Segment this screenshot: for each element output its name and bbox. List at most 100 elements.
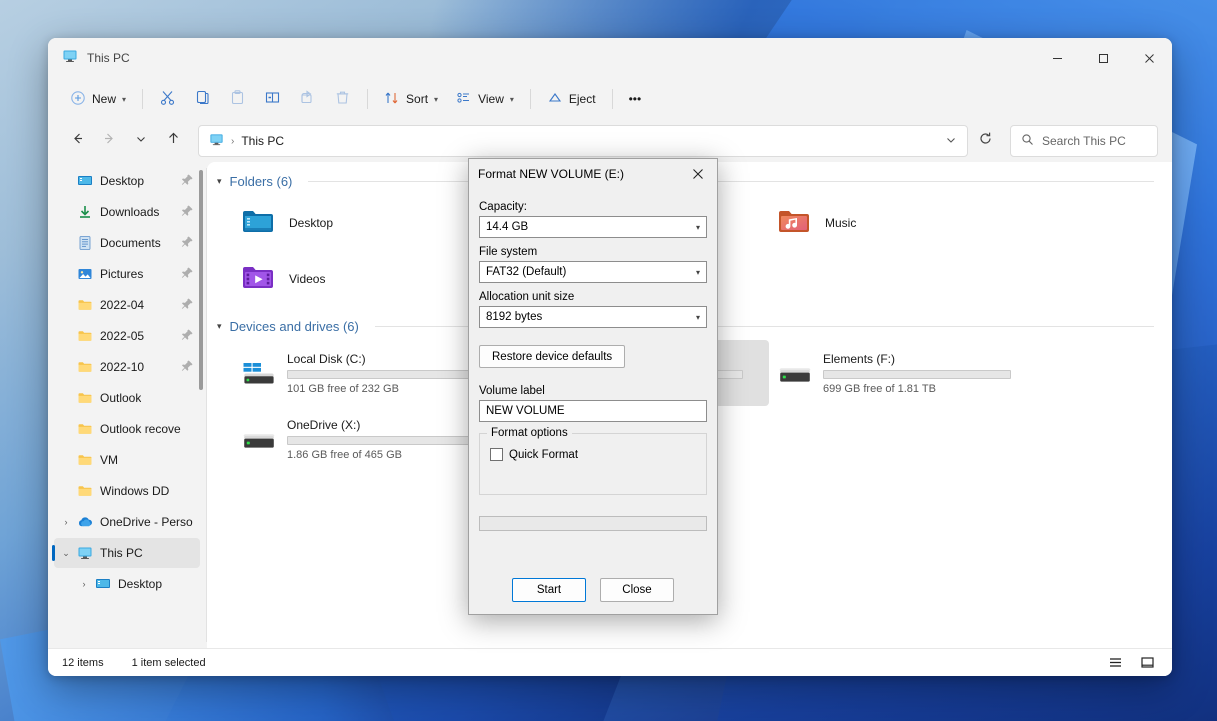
drive-usage-bar: [287, 436, 475, 445]
sidebar-item-downloads[interactable]: Downloads: [54, 197, 200, 227]
sort-button-label: Sort: [406, 92, 428, 106]
drive-info: Elements (F:)699 GB free of 1.81 TB: [823, 352, 1029, 395]
drive-item[interactable]: OneDrive (X:)1.86 GB free of 465 GB: [233, 406, 501, 472]
folder-item[interactable]: Music: [769, 195, 1037, 251]
drive-item[interactable]: Local Disk (C:)101 GB free of 232 GB: [233, 340, 501, 406]
sidebar-item-onedrive-perso[interactable]: ›OneDrive - Perso: [54, 507, 200, 537]
pin-icon[interactable]: [181, 235, 194, 251]
breadcrumb-separator: ›: [231, 136, 234, 147]
eject-button-label: Eject: [569, 92, 596, 106]
view-button[interactable]: View ▾: [448, 83, 522, 115]
recent-locations-button[interactable]: [126, 126, 156, 156]
pin-icon[interactable]: [181, 359, 194, 375]
drive-name: Elements (F:): [823, 352, 1029, 366]
folder-icon: [74, 390, 96, 406]
pin-icon[interactable]: [181, 328, 194, 344]
view-toggle-group: [1104, 653, 1158, 673]
drive-usage-text: 101 GB free of 232 GB: [287, 383, 493, 395]
start-button[interactable]: Start: [512, 578, 586, 602]
chevron-down-icon[interactable]: ▾: [217, 321, 222, 332]
sidebar-item-outlook[interactable]: Outlook: [54, 383, 200, 413]
forward-button[interactable]: [94, 126, 124, 156]
quick-format-checkbox[interactable]: [490, 448, 503, 461]
documents-icon: [74, 235, 96, 251]
format-progress-bar: [479, 516, 707, 531]
sidebar-item-list: DesktopDownloads Documents Pictures 2022-04…: [48, 166, 206, 599]
breadcrumb[interactable]: › This PC: [198, 125, 968, 157]
toolbar-divider: [612, 89, 613, 109]
sidebar-item-documents[interactable]: Documents: [54, 228, 200, 258]
new-button[interactable]: New ▾: [62, 83, 134, 115]
restore-device-defaults-button[interactable]: Restore device defaults: [479, 345, 625, 368]
folder-item[interactable]: Videos: [233, 251, 501, 307]
delete-button[interactable]: [326, 83, 359, 115]
pictures-icon: [74, 266, 96, 282]
eject-button[interactable]: Eject: [539, 83, 604, 115]
sidebar-item-label: Windows DD: [100, 484, 169, 498]
search-input[interactable]: Search This PC: [1010, 125, 1158, 157]
share-button[interactable]: [291, 83, 324, 115]
chevron-down-icon[interactable]: ▾: [217, 176, 222, 187]
restore-defaults-row: Restore device defaults: [479, 345, 707, 368]
sidebar-item-outlook-recove[interactable]: Outlook recove: [54, 414, 200, 444]
expand-chevron-icon[interactable]: ›: [76, 579, 92, 589]
details-view-icon[interactable]: [1104, 653, 1126, 673]
downloads-icon: [74, 204, 96, 220]
expand-chevron-icon[interactable]: ›: [58, 517, 74, 527]
cut-scissors-icon: [159, 89, 176, 109]
close-button[interactable]: [1126, 38, 1172, 78]
sidebar-scrollbar[interactable]: [199, 170, 203, 390]
volume-label-input[interactable]: NEW VOLUME: [479, 400, 707, 422]
pin-icon[interactable]: [181, 297, 194, 313]
sidebar-item-label: Outlook: [100, 391, 141, 405]
sidebar-item-windows-dd[interactable]: Windows DD: [54, 476, 200, 506]
sidebar-item-desktop[interactable]: Desktop: [54, 166, 200, 196]
expand-chevron-icon[interactable]: ⌄: [58, 548, 74, 559]
sidebar-item-label: Outlook recove: [100, 422, 181, 436]
sidebar-item-label: Documents: [100, 236, 161, 250]
sidebar-item-desktop[interactable]: ›Desktop: [54, 569, 200, 599]
desktop-icon: [74, 173, 96, 189]
share-icon: [299, 89, 316, 109]
pin-icon[interactable]: [181, 204, 194, 220]
pin-icon[interactable]: [181, 173, 194, 189]
refresh-button[interactable]: [970, 126, 1000, 156]
sidebar-item-2022-04[interactable]: 2022-04: [54, 290, 200, 320]
quick-format-row[interactable]: Quick Format: [490, 448, 696, 461]
title-bar: This PC: [48, 38, 1172, 78]
capacity-select[interactable]: 14.4 GB ▾: [479, 216, 707, 238]
sidebar-item-2022-10[interactable]: 2022-10: [54, 352, 200, 382]
back-button[interactable]: [62, 126, 92, 156]
sidebar-item-vm[interactable]: VM: [54, 445, 200, 475]
breadcrumb-dropdown-icon[interactable]: [945, 134, 957, 149]
breadcrumb-current[interactable]: This PC: [241, 134, 284, 148]
allocation-select[interactable]: 8192 bytes ▾: [479, 306, 707, 328]
up-button[interactable]: [158, 126, 188, 156]
pin-icon[interactable]: [181, 266, 194, 282]
rename-button[interactable]: [256, 83, 289, 115]
chevron-down-icon: [135, 132, 147, 150]
paste-button[interactable]: [221, 83, 254, 115]
drive-item[interactable]: Elements (F:)699 GB free of 1.81 TB: [769, 340, 1037, 406]
more-options-button[interactable]: •••: [621, 83, 650, 115]
sidebar-item-this-pc[interactable]: ⌄This PC: [54, 538, 200, 568]
dialog-close-button[interactable]: [679, 159, 717, 188]
sidebar-item-2022-05[interactable]: 2022-05: [54, 321, 200, 351]
volume-label-label: Volume label: [479, 385, 707, 397]
item-count-label: 12 items: [62, 657, 104, 669]
large-icons-view-icon[interactable]: [1136, 653, 1158, 673]
sidebar-item-pictures[interactable]: Pictures: [54, 259, 200, 289]
cut-button[interactable]: [151, 83, 184, 115]
sidebar-item-label: 2022-04: [100, 298, 144, 312]
close-button[interactable]: Close: [600, 578, 674, 602]
drive-icon: [777, 354, 811, 393]
sidebar-item-label: 2022-10: [100, 360, 144, 374]
filesystem-select[interactable]: FAT32 (Default) ▾: [479, 261, 707, 283]
minimize-button[interactable]: [1034, 38, 1080, 78]
sort-button[interactable]: Sort ▾: [376, 83, 446, 115]
maximize-button[interactable]: [1080, 38, 1126, 78]
window-controls: [1034, 38, 1172, 78]
copy-button[interactable]: [186, 83, 219, 115]
desktop-icon: [92, 576, 114, 592]
folder-item[interactable]: Desktop: [233, 195, 501, 251]
